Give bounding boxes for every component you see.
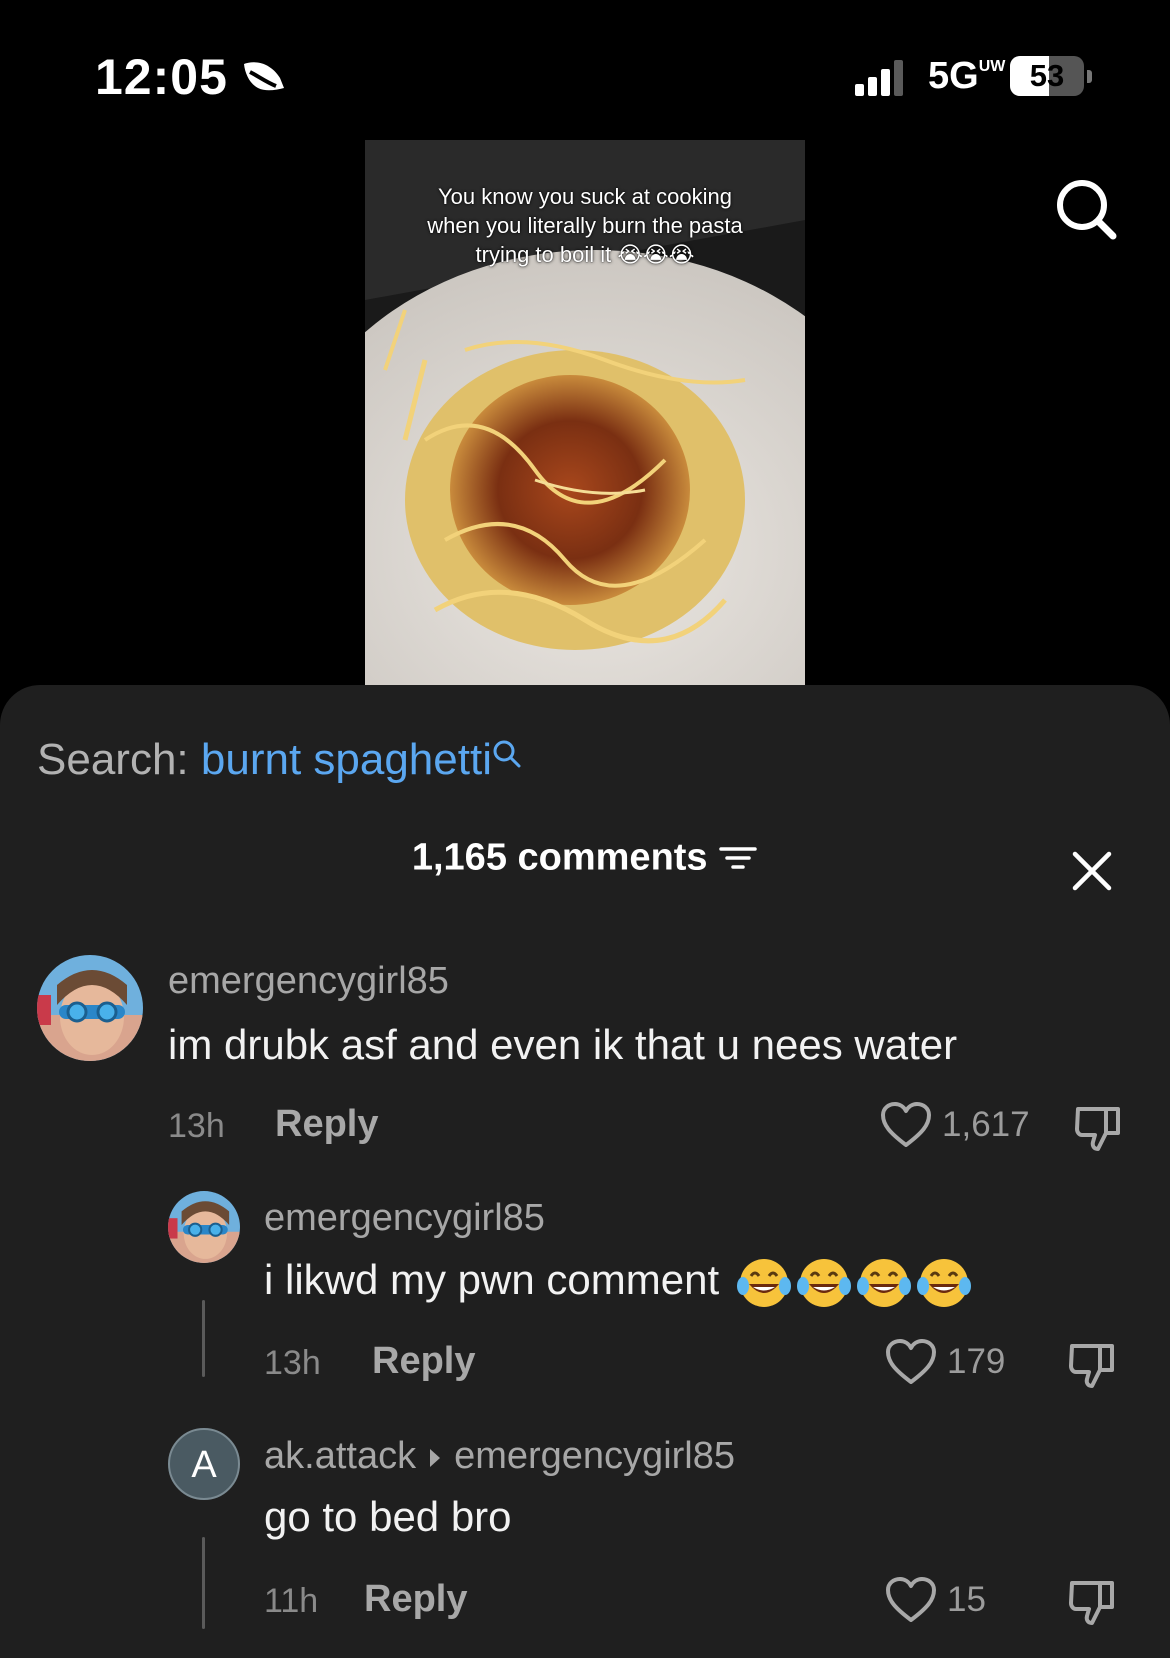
comment-username[interactable]: ak.attack: [264, 1435, 416, 1477]
search-icon[interactable]: [1055, 178, 1119, 242]
network-sub-label: UW: [978, 58, 1006, 75]
avatar[interactable]: A: [168, 1428, 240, 1500]
reply-comment-item: A ak.attack emergencygirl85 go to bed bro…: [0, 685, 1170, 1629]
dislike-icon[interactable]: [1066, 1577, 1118, 1629]
sleep-focus-icon: [244, 62, 284, 91]
reply-button[interactable]: Reply: [364, 1578, 467, 1621]
thread-line: [202, 1537, 205, 1629]
comment-time: 11h: [264, 1582, 319, 1620]
video-thumbnail[interactable]: You know you suck at cooking when you li…: [365, 140, 805, 685]
video-caption: You know you suck at cooking when you li…: [427, 184, 743, 267]
battery-percent: 53: [1029, 58, 1065, 93]
comment-text: go to bed bro: [264, 1493, 512, 1540]
like-button[interactable]: 15: [885, 1576, 986, 1624]
reply-arrow-icon: [430, 1448, 441, 1467]
comments-sheet: Search: burnt spaghetti 1,165 comments e…: [0, 685, 1170, 1658]
status-bar: 12:05 5GUW 53: [0, 0, 1170, 140]
status-time: 12:05: [95, 49, 228, 105]
battery-cap: [1087, 70, 1092, 83]
battery-icon: 53: [1010, 56, 1084, 96]
heart-icon: [886, 1577, 936, 1622]
reply-to-username[interactable]: emergencygirl85: [454, 1435, 735, 1477]
network-label: 5GUW: [928, 55, 1006, 97]
like-count: 15: [947, 1580, 986, 1619]
comment-username-row: ak.attack emergencygirl85: [264, 1435, 735, 1478]
signal-icon: [855, 60, 903, 96]
